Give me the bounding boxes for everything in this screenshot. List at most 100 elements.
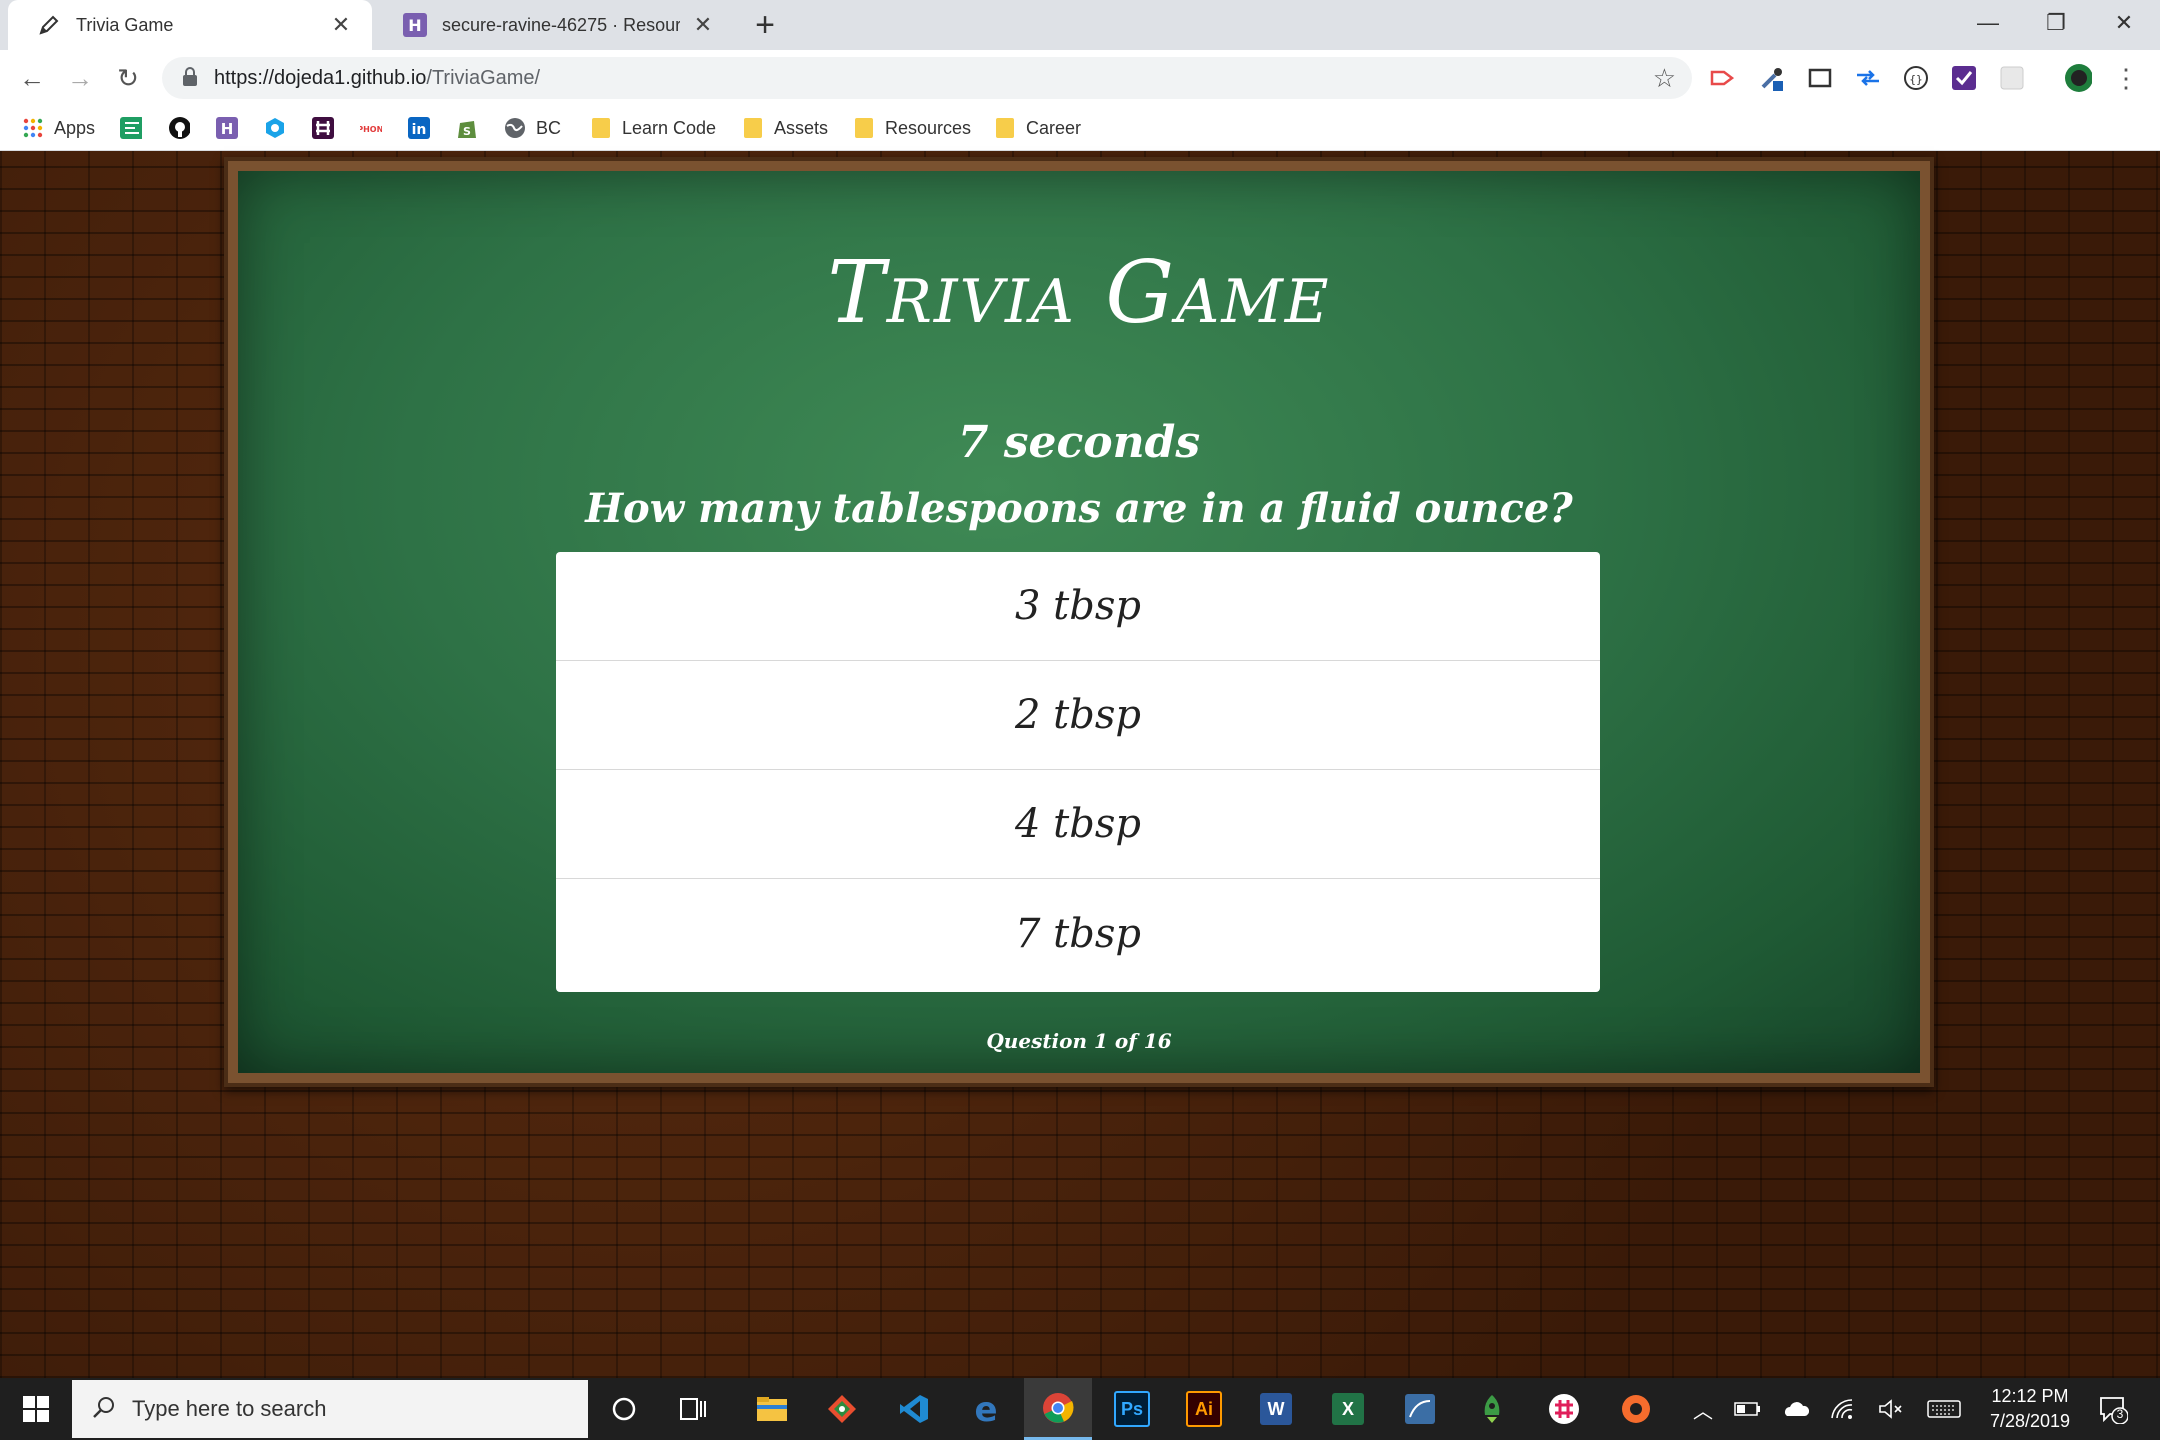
bookmark-blue-hex[interactable] xyxy=(264,114,296,142)
question-progress: Question 1 of 16 xyxy=(986,1029,1172,1053)
close-window-icon[interactable]: ✕ xyxy=(2090,0,2158,46)
close-tab-icon[interactable]: ✕ xyxy=(690,12,716,38)
address-bar[interactable]: https://dojeda1.github.io/TriviaGame/ ☆ xyxy=(162,57,1692,99)
cortana-icon[interactable] xyxy=(590,1378,658,1440)
onedrive-cloud-icon[interactable] xyxy=(1778,1394,1812,1424)
close-tab-icon[interactable]: ✕ xyxy=(328,12,354,38)
globe-icon xyxy=(504,117,526,139)
wifi-icon[interactable] xyxy=(1826,1394,1860,1424)
arrows-swap-icon[interactable] xyxy=(1854,64,1882,92)
brick-wall-background: Trivia Game 7 seconds How many tablespoo… xyxy=(0,151,2160,1378)
answer-option[interactable]: 3 tbsp xyxy=(556,552,1600,661)
screenshot-icon[interactable] xyxy=(1806,64,1834,92)
excel-icon[interactable]: X xyxy=(1314,1378,1382,1440)
clock-date: 7/28/2019 xyxy=(1989,1411,2071,1431)
cast-red-icon[interactable] xyxy=(1708,64,1736,92)
svg-text:PHONE: PHONE xyxy=(360,125,382,134)
clock-time: 12:12 PM xyxy=(1991,1386,2069,1406)
tab-title: secure-ravine-46275 · Resources xyxy=(442,14,680,35)
bookmark-label: Resources xyxy=(885,117,972,138)
file-explorer-icon[interactable] xyxy=(738,1378,806,1440)
bookmark-label: Career xyxy=(1026,117,1082,138)
action-center-icon[interactable]: 3 xyxy=(2098,1394,2129,1425)
browser-tab-strip: Trivia Game ✕ H secure-ravine-46275 · Re… xyxy=(0,0,2160,50)
bookmark-green-icon xyxy=(120,117,142,139)
url-path: /TriviaGame/ xyxy=(426,67,541,89)
battery-icon[interactable] xyxy=(1730,1394,1764,1424)
countdown-timer: 7 seconds xyxy=(957,417,1201,468)
bookmark-bc[interactable]: BC xyxy=(504,114,561,142)
windows-taskbar: Type here to search e Ps Ai W X ︿ 12:12 … xyxy=(0,1378,2160,1440)
bookmark-folder-resources[interactable]: Resources xyxy=(853,114,971,142)
bookmark-github[interactable] xyxy=(168,114,200,142)
eyedropper-icon[interactable] xyxy=(1758,64,1786,92)
illustrator-icon[interactable]: Ai xyxy=(1170,1378,1238,1440)
answer-option[interactable]: 2 tbsp xyxy=(556,661,1600,770)
minimize-icon[interactable]: — xyxy=(1954,0,2022,46)
task-view-icon[interactable] xyxy=(660,1378,728,1440)
word-icon[interactable]: W xyxy=(1242,1378,1310,1440)
mysql-workbench-icon[interactable] xyxy=(1386,1378,1454,1440)
bookmark-phone[interactable]: PHONE xyxy=(360,114,392,142)
svg-text:in: in xyxy=(412,122,427,138)
browser-toolbar: ← → ↻ https://dojeda1.github.io/TriviaGa… xyxy=(0,50,2160,106)
bookmark-apps[interactable]: Apps xyxy=(22,114,95,142)
bookmark-slack[interactable] xyxy=(312,114,344,142)
check-purple-icon[interactable] xyxy=(1950,64,1978,92)
svg-text:S: S xyxy=(463,125,471,138)
code-icon[interactable]: {} xyxy=(1902,64,1930,92)
bookmark-label: BC xyxy=(536,117,562,138)
reload-icon[interactable]: ↻ xyxy=(110,60,146,96)
keyboard-icon[interactable] xyxy=(1924,1394,1964,1424)
search-placeholder: Type here to search xyxy=(132,1396,327,1421)
restore-icon[interactable]: ❐ xyxy=(2022,0,2090,46)
system-clock[interactable]: 12:12 PM 7/28/2019 xyxy=(1970,1384,2090,1434)
answer-option[interactable]: 4 tbsp xyxy=(556,770,1600,879)
show-hidden-icons-chevron-icon[interactable]: ︿ xyxy=(1688,1394,1718,1424)
tab-secure-ravine[interactable]: H secure-ravine-46275 · Resources ✕ xyxy=(374,0,734,50)
origin-icon[interactable] xyxy=(1602,1378,1670,1440)
bookmark-shopify[interactable]: S xyxy=(456,114,488,142)
apps-grid-icon xyxy=(22,117,44,139)
edge-icon[interactable]: e xyxy=(952,1378,1020,1440)
bookmarks-bar: Apps H PHONE in S BC Learn Code Assets R… xyxy=(0,106,2160,151)
profile-avatar[interactable] xyxy=(2064,64,2092,92)
game-title: Trivia Game xyxy=(827,243,1331,343)
pencil-icon xyxy=(36,12,62,38)
bookmark-label: Learn Code xyxy=(622,117,717,138)
svg-text:{}: {} xyxy=(1909,73,1922,86)
answer-option[interactable]: 7 tbsp xyxy=(556,879,1600,989)
new-tab-button[interactable]: + xyxy=(748,8,782,42)
taskbar-search-box[interactable]: Type here to search xyxy=(72,1380,588,1438)
bookmark-folder-learn-code[interactable]: Learn Code xyxy=(590,114,716,142)
heroku-icon: H xyxy=(216,117,238,139)
bookmark-folder-career[interactable]: Career xyxy=(994,114,1081,142)
back-arrow-icon[interactable]: ← xyxy=(14,60,50,96)
slack-icon xyxy=(312,117,334,139)
folder-icon xyxy=(590,117,612,139)
windows-start-icon[interactable] xyxy=(0,1378,72,1440)
extension-grey-icon[interactable] xyxy=(1998,64,2026,92)
bookmark-green[interactable] xyxy=(120,114,152,142)
chrome-taskbar-icon[interactable] xyxy=(1024,1378,1092,1440)
sourcetree-icon[interactable] xyxy=(808,1378,876,1440)
bookmark-star-icon[interactable]: ☆ xyxy=(1653,63,1676,94)
slack-taskbar-icon[interactable] xyxy=(1530,1378,1598,1440)
linkedin-icon: in xyxy=(408,117,430,139)
vscode-icon[interactable] xyxy=(880,1378,948,1440)
lock-icon xyxy=(182,67,198,92)
bookmark-folder-assets[interactable]: Assets xyxy=(742,114,828,142)
url-base: https://dojeda1.github.io xyxy=(214,67,427,89)
rocket-app-icon[interactable] xyxy=(1458,1378,1526,1440)
svg-text:H: H xyxy=(221,120,234,138)
chalkboard: Trivia Game 7 seconds How many tablespoo… xyxy=(238,171,1920,1073)
photoshop-icon[interactable]: Ps xyxy=(1098,1378,1166,1440)
menu-kebab-icon[interactable]: ⋮ xyxy=(2112,63,2140,93)
bookmark-heroku[interactable]: H xyxy=(216,114,248,142)
answer-list: 3 tbsp 2 tbsp 4 tbsp 7 tbsp xyxy=(556,552,1600,992)
volume-muted-icon[interactable] xyxy=(1874,1394,1908,1424)
tab-trivia-game[interactable]: Trivia Game ✕ xyxy=(8,0,372,50)
svg-text:e: e xyxy=(974,1393,997,1425)
forward-arrow-icon[interactable]: → xyxy=(62,60,98,96)
bookmark-linkedin[interactable]: in xyxy=(408,114,440,142)
